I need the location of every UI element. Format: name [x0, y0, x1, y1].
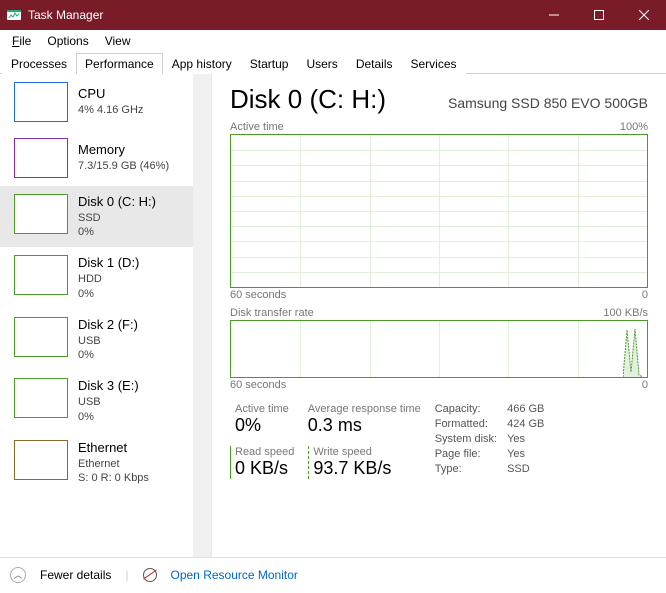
chart1-max: 100%: [620, 121, 648, 133]
resource-monitor-icon: [143, 568, 157, 582]
tab-processes[interactable]: Processes: [2, 53, 76, 74]
chart1-label: Active time: [230, 121, 284, 133]
sidebar-item-disk2[interactable]: Disk 2 (F:)USB0%: [0, 309, 193, 370]
menu-view[interactable]: View: [97, 32, 139, 50]
footer: ︿ Fewer details | Open Resource Monitor: [0, 557, 666, 591]
menubar: File Options View: [0, 30, 666, 52]
info-system-disk: Yes: [507, 433, 544, 445]
tab-details[interactable]: Details: [347, 53, 402, 74]
chevron-up-icon[interactable]: ︿: [10, 567, 26, 583]
minimize-button[interactable]: [531, 0, 576, 30]
tab-app-history[interactable]: App history: [163, 53, 241, 74]
tab-users[interactable]: Users: [297, 53, 346, 74]
close-button[interactable]: [621, 0, 666, 30]
stat-label: Average response time: [308, 403, 421, 415]
detail-title: Disk 0 (C: H:): [230, 84, 386, 115]
sidebar-item-label: Memory: [78, 142, 169, 159]
sidebar-item-label: Disk 0 (C: H:): [78, 194, 156, 211]
stat-value: 0%: [235, 415, 289, 436]
open-resource-monitor-link[interactable]: Open Resource Monitor: [171, 568, 298, 582]
info-grid: Capacity:466 GB Formatted:424 GB System …: [435, 403, 545, 479]
info-type: SSD: [507, 463, 544, 475]
sidebar-item-label: Ethernet: [78, 440, 149, 457]
menu-file[interactable]: File: [4, 32, 39, 50]
maximize-button[interactable]: [576, 0, 621, 30]
titlebar[interactable]: Task Manager: [0, 0, 666, 30]
disk-thumbnail-chart: [14, 317, 68, 357]
disk-thumbnail-chart: [14, 194, 68, 234]
tab-performance[interactable]: Performance: [76, 53, 163, 74]
disk-thumbnail-chart: [14, 255, 68, 295]
chart2-max: 100 KB/s: [603, 307, 648, 319]
chart2-right-axis: 0: [642, 379, 648, 391]
menu-options[interactable]: Options: [39, 32, 96, 50]
memory-thumbnail-chart: [14, 138, 68, 178]
transfer-rate-chart: [230, 320, 648, 378]
tab-bar: Processes Performance App history Startu…: [0, 52, 666, 74]
fewer-details-link[interactable]: Fewer details: [40, 568, 111, 582]
sidebar-item-label: CPU: [78, 86, 143, 103]
stat-label: Write speed: [313, 446, 391, 458]
app-icon: [6, 7, 22, 23]
stat-value: 0 KB/s: [235, 458, 294, 479]
detail-subtitle: Samsung SSD 850 EVO 500GB: [448, 95, 648, 111]
sidebar-item-disk1[interactable]: Disk 1 (D:)HDD0%: [0, 247, 193, 308]
sidebar-item-memory[interactable]: Memory7.3/15.9 GB (46%): [0, 130, 193, 186]
active-time-chart: [230, 134, 648, 288]
sidebar-item-ethernet[interactable]: EthernetEthernetS: 0 R: 0 Kbps: [0, 432, 193, 493]
sidebar-item-label: Disk 1 (D:): [78, 255, 139, 272]
chart1-right-axis: 0: [642, 289, 648, 301]
chart2-label: Disk transfer rate: [230, 307, 314, 319]
sidebar-item-label: Disk 3 (E:): [78, 378, 139, 395]
chart2-left-axis: 60 seconds: [230, 379, 286, 391]
sidebar-scrollbar[interactable]: [193, 74, 211, 557]
sidebar-item-cpu[interactable]: CPU4% 4.16 GHz: [0, 74, 193, 130]
sidebar-item-disk3[interactable]: Disk 3 (E:)USB0%: [0, 370, 193, 431]
info-formatted: 424 GB: [507, 418, 544, 430]
info-capacity: 466 GB: [507, 403, 544, 415]
cpu-thumbnail-chart: [14, 82, 68, 122]
sidebar-item-label: Disk 2 (F:): [78, 317, 138, 334]
ethernet-thumbnail-chart: [14, 440, 68, 480]
disk-thumbnail-chart: [14, 378, 68, 418]
tab-services[interactable]: Services: [402, 53, 466, 74]
detail-pane: Disk 0 (C: H:) Samsung SSD 850 EVO 500GB…: [212, 74, 666, 557]
stat-value: 0.3 ms: [308, 415, 421, 436]
info-page-file: Yes: [507, 448, 544, 460]
stat-label: Active time: [235, 403, 289, 415]
sidebar-item-disk0[interactable]: Disk 0 (C: H:)SSD0%: [0, 186, 193, 247]
stat-label: Read speed: [235, 446, 294, 458]
tab-startup[interactable]: Startup: [241, 53, 298, 74]
stat-value: 93.7 KB/s: [313, 458, 391, 479]
chart1-left-axis: 60 seconds: [230, 289, 286, 301]
window-title: Task Manager: [28, 8, 531, 22]
sidebar: CPU4% 4.16 GHz Memory7.3/15.9 GB (46%) D…: [0, 74, 212, 557]
